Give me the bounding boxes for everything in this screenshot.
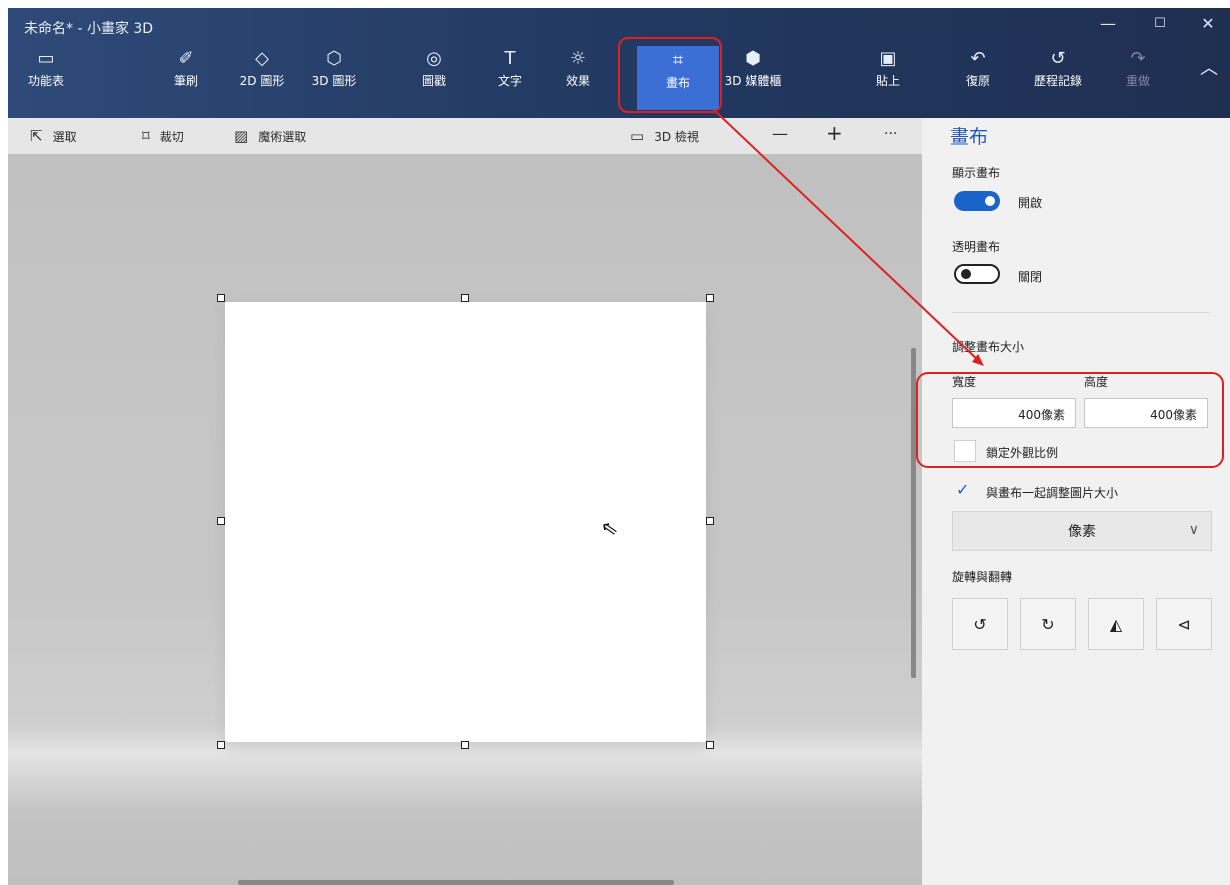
- tool-2d-shapes[interactable]: ◇ 2D 圖形: [236, 48, 288, 104]
- resize-handle-bottom-right[interactable]: [706, 741, 714, 749]
- resize-handle-top-right[interactable]: [706, 294, 714, 302]
- tool-text[interactable]: T 文字: [492, 48, 528, 104]
- pointer-icon: ⇱: [30, 127, 43, 145]
- folder-icon: ▭: [37, 48, 55, 69]
- rotate-right-icon: ↻: [1041, 614, 1055, 634]
- chevron-down-icon: ∨: [1188, 522, 1199, 538]
- undo-button[interactable]: ↶ 復原: [960, 48, 996, 104]
- resize-image-label: 與畫布一起調整圖片大小: [986, 486, 1119, 500]
- transparent-canvas-toggle[interactable]: [954, 264, 1000, 284]
- tool-canvas[interactable]: ⌗ 畫布: [637, 46, 719, 110]
- window-title: 未命名* - 小畫家 3D: [24, 21, 154, 37]
- flip-horizontal-button[interactable]: ◭: [1088, 598, 1144, 650]
- history-icon: ↺: [1050, 48, 1066, 69]
- transparent-canvas-label: 透明畫布: [952, 240, 1001, 254]
- transparent-canvas-state: 關閉: [1018, 270, 1043, 284]
- lock-aspect-ratio-checkbox[interactable]: [954, 440, 976, 462]
- tool-effects[interactable]: ☼ 效果: [560, 48, 596, 104]
- unit-select[interactable]: 像素 ∨: [952, 511, 1212, 551]
- view-3d-button[interactable]: ▭ 3D 檢視: [630, 127, 699, 145]
- resize-handle-bottom[interactable]: [461, 741, 469, 749]
- rotate-flip-label: 旋轉與翻轉: [952, 570, 1013, 584]
- collapse-ribbon-button[interactable]: ︿: [1194, 58, 1224, 114]
- zoom-out-button[interactable]: —: [772, 124, 788, 143]
- tool-3d-library[interactable]: ⬢ 3D 媒體櫃: [720, 48, 786, 104]
- view-3d-icon: ▭: [630, 127, 645, 145]
- rotate-right-button[interactable]: ↻: [1020, 598, 1076, 650]
- show-canvas-toggle[interactable]: [954, 191, 1000, 211]
- sticker-icon: ◎: [426, 48, 442, 69]
- minimize-button[interactable]: —: [1088, 14, 1128, 33]
- flip-vertical-icon: ⊲: [1177, 614, 1191, 634]
- resize-handle-left[interactable]: [217, 517, 225, 525]
- canvas-icon: ⌗: [672, 50, 684, 71]
- redo-icon: ↷: [1130, 48, 1146, 69]
- 3d-library-icon: ⬢: [745, 48, 761, 69]
- maximize-button[interactable]: ☐: [1140, 16, 1180, 31]
- text-icon: T: [504, 48, 516, 69]
- select-button[interactable]: ⇱ 選取: [30, 127, 77, 145]
- tool-brushes[interactable]: ✐ 筆刷: [166, 48, 206, 104]
- more-button[interactable]: ···: [884, 126, 897, 142]
- height-input[interactable]: 400像素: [1084, 398, 1208, 428]
- tool-stickers[interactable]: ◎ 圖戳: [416, 48, 452, 104]
- resize-handle-top-left[interactable]: [217, 294, 225, 302]
- rotate-left-button[interactable]: ↺: [952, 598, 1008, 650]
- effects-icon: ☼: [569, 48, 587, 69]
- magic-select-button[interactable]: ▨ 魔術選取: [234, 127, 306, 145]
- crop-button[interactable]: ⌑ 裁切: [142, 127, 184, 145]
- resize-handle-bottom-left[interactable]: [217, 741, 225, 749]
- resize-handle-right[interactable]: [706, 517, 714, 525]
- 3d-shapes-icon: ⬡: [326, 48, 342, 69]
- paste-icon: ▣: [879, 48, 897, 69]
- history-button[interactable]: ↺ 歷程記錄: [1028, 48, 1088, 104]
- ribbon: 未命名* - 小畫家 3D — ☐ ✕ ▭ 功能表 ✐ 筆刷 ◇ 2D 圖形 ⬡…: [8, 8, 1230, 118]
- drawing-canvas[interactable]: [225, 302, 706, 742]
- rotate-left-icon: ↺: [973, 614, 987, 634]
- width-input[interactable]: 400像素: [952, 398, 1076, 428]
- chevron-up-icon: ︿: [1200, 58, 1218, 79]
- tool-3d-shapes[interactable]: ⬡ 3D 圖形: [308, 48, 360, 104]
- checkmark-icon[interactable]: ✓: [956, 480, 969, 499]
- width-label: 寬度: [952, 375, 977, 389]
- menu-button[interactable]: ▭ 功能表: [26, 48, 66, 104]
- height-label: 高度: [1084, 375, 1109, 389]
- canvas-panel: 畫布 顯示畫布 開啟 透明畫布 關閉 調整畫布大小 寬度 高度 400像素 40…: [922, 118, 1230, 885]
- panel-title: 畫布: [950, 126, 989, 148]
- paste-button[interactable]: ▣ 貼上: [870, 48, 906, 104]
- show-canvas-state: 開啟: [1018, 196, 1043, 210]
- show-canvas-label: 顯示畫布: [952, 166, 1001, 180]
- brush-icon: ✐: [178, 48, 194, 69]
- zoom-in-button[interactable]: +: [826, 121, 843, 145]
- flip-vertical-button[interactable]: ⊲: [1156, 598, 1212, 650]
- flip-horizontal-icon: ◭: [1109, 614, 1123, 634]
- lock-aspect-ratio-label: 鎖定外觀比例: [986, 446, 1059, 460]
- resize-handle-top[interactable]: [461, 294, 469, 302]
- magic-select-icon: ▨: [234, 127, 249, 145]
- vertical-scrollbar[interactable]: [911, 348, 916, 678]
- crop-icon: ⌑: [142, 127, 150, 145]
- 2d-shapes-icon: ◇: [255, 48, 269, 69]
- horizontal-scrollbar[interactable]: [238, 880, 674, 885]
- divider: [952, 312, 1210, 313]
- undo-icon: ↶: [970, 48, 986, 69]
- close-button[interactable]: ✕: [1188, 14, 1228, 33]
- canvas-toolbar: ⇱ 選取 ⌑ 裁切 ▨ 魔術選取 ▭ 3D 檢視 — + ···: [8, 118, 922, 154]
- resize-canvas-label: 調整畫布大小: [952, 340, 1025, 354]
- redo-button[interactable]: ↷ 重做: [1120, 48, 1156, 104]
